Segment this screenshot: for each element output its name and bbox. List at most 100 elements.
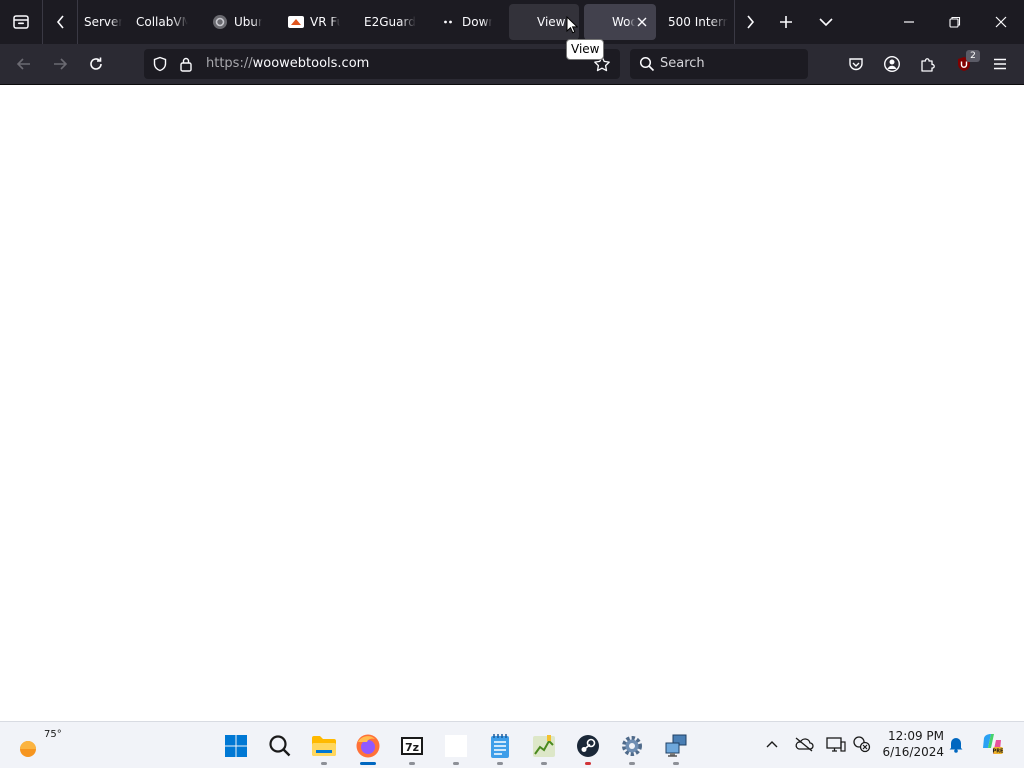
lock-icon[interactable]: [179, 56, 193, 75]
ublock-origin-button[interactable]: 2: [948, 48, 980, 80]
display-tray-icon[interactable]: [824, 732, 848, 756]
tab-500-internal[interactable]: 500 Internal: [662, 4, 734, 40]
firefox-view-icon: [13, 15, 29, 29]
reload-icon: [90, 57, 102, 70]
notepad-icon: [491, 733, 509, 758]
search-bar[interactable]: Search: [630, 49, 808, 79]
firefox-view-button[interactable]: [2, 0, 40, 44]
remote-desktop-taskbar-button[interactable]: [656, 722, 696, 768]
blank-app-icon: [445, 734, 467, 757]
running-indicator: [497, 762, 503, 765]
steam-icon: [577, 734, 599, 757]
tab-strip: Server CollabVM Ubuntu VR Fun E2Guardian…: [0, 0, 1024, 44]
extension-badge: 2: [966, 50, 980, 62]
tab-label: Downloads: [462, 15, 492, 29]
hamburger-menu-icon: [994, 58, 1006, 70]
close-window-button[interactable]: [978, 0, 1024, 44]
firefox-taskbar-button[interactable]: [348, 722, 388, 768]
pocket-button[interactable]: [840, 48, 872, 80]
arrow-left-icon: [16, 58, 30, 70]
onedrive-tray-icon[interactable]: [792, 732, 816, 756]
tab-woo-active[interactable]: Woo: [584, 4, 656, 40]
chevron-up-icon: [766, 741, 778, 748]
start-button[interactable]: [216, 722, 256, 768]
new-tab-button[interactable]: [770, 0, 802, 44]
notifications-button[interactable]: [944, 732, 968, 756]
show-hidden-icons-button[interactable]: [760, 732, 784, 756]
copilot-icon: PRE: [983, 734, 1004, 755]
system-clock[interactable]: 12:09 PM 6/16/2024: [878, 728, 944, 760]
7zip-taskbar-button[interactable]: 7z: [392, 722, 432, 768]
scroll-tabs-right-button[interactable]: [736, 0, 764, 44]
blank-app-taskbar-button[interactable]: [436, 722, 476, 768]
blank-favicon-icon: [515, 14, 531, 30]
account-button[interactable]: [876, 48, 908, 80]
network-computers-icon: [665, 734, 687, 757]
restore-button[interactable]: [932, 0, 978, 44]
firefox-icon: [356, 734, 380, 757]
clock-time: 12:09 PM: [888, 729, 944, 743]
search-icon: [639, 56, 655, 75]
minimize-button[interactable]: [886, 0, 932, 44]
tab-downloads[interactable]: Downloads: [434, 4, 498, 40]
extensions-button[interactable]: [912, 48, 944, 80]
reload-button[interactable]: [80, 48, 112, 80]
tab-tooltip: View: [566, 39, 605, 60]
forward-button[interactable]: [44, 48, 76, 80]
bell-icon: [949, 738, 963, 753]
folder-icon: [312, 735, 336, 756]
url-bar[interactable]: https://woowebtools.com: [144, 49, 620, 79]
notepad-taskbar-button[interactable]: [480, 722, 520, 768]
tab-label: Ubuntu: [234, 15, 262, 29]
running-indicator: [629, 762, 635, 765]
tab-list: Server CollabVM Ubuntu VR Fun E2Guardian…: [78, 4, 734, 40]
scroll-tabs-left-button[interactable]: [46, 0, 76, 44]
file-explorer-button[interactable]: [304, 722, 344, 768]
monitor-icon: [826, 737, 846, 752]
weather-temperature: 75°: [44, 729, 62, 740]
puzzle-icon: [921, 58, 935, 72]
running-indicator: [409, 762, 415, 765]
tab-collabvm[interactable]: CollabVM: [130, 4, 194, 40]
blank-favicon-icon: [590, 14, 606, 30]
page-content: [0, 85, 1024, 721]
navigation-toolbar: https://woowebtools.com Search 2: [0, 44, 1024, 85]
chevron-down-icon: [819, 18, 833, 27]
back-button[interactable]: [8, 48, 40, 80]
mouse-cursor-icon: [566, 15, 579, 37]
chevron-left-icon: [56, 15, 64, 29]
divider: [734, 0, 735, 44]
list-all-tabs-button[interactable]: [810, 0, 842, 44]
tab-ubuntu[interactable]: Ubuntu: [206, 4, 268, 40]
tab-e2guardian[interactable]: E2Guardian: [358, 4, 422, 40]
taskbar-search-button[interactable]: [260, 722, 300, 768]
search-placeholder: Search: [660, 56, 705, 71]
task-manager-taskbar-button[interactable]: [524, 722, 564, 768]
cloud-offline-icon: [795, 737, 814, 752]
close-icon: [637, 17, 647, 27]
tab-label: 500 Internal: [668, 15, 728, 29]
chart-app-icon: [533, 734, 555, 757]
settings-taskbar-button[interactable]: [612, 722, 652, 768]
vr-favicon-icon: [288, 14, 304, 30]
network-tray-icon[interactable]: [850, 732, 874, 756]
account-icon: [883, 55, 901, 73]
tracking-protection-shield-icon[interactable]: [152, 56, 168, 75]
active-indicator: [360, 762, 376, 765]
running-indicator: [453, 762, 459, 765]
arrow-right-icon: [54, 58, 68, 70]
running-indicator: [673, 762, 679, 765]
weather-widget[interactable]: 75°: [12, 722, 62, 768]
close-tab-button[interactable]: [635, 14, 650, 30]
tab-vr-fun[interactable]: VR Fun: [282, 4, 346, 40]
url-text[interactable]: https://woowebtools.com: [206, 56, 369, 71]
gear-icon: [622, 735, 642, 756]
copilot-button[interactable]: PRE: [980, 732, 1004, 756]
network-disconnected-icon: [853, 736, 871, 753]
app-menu-button[interactable]: [984, 48, 1016, 80]
steam-taskbar-button[interactable]: [568, 722, 608, 768]
running-indicator: [321, 762, 327, 765]
sunny-weather-icon: [20, 740, 36, 757]
windows-logo-icon: [225, 734, 247, 757]
tab-server[interactable]: Server: [78, 4, 128, 40]
